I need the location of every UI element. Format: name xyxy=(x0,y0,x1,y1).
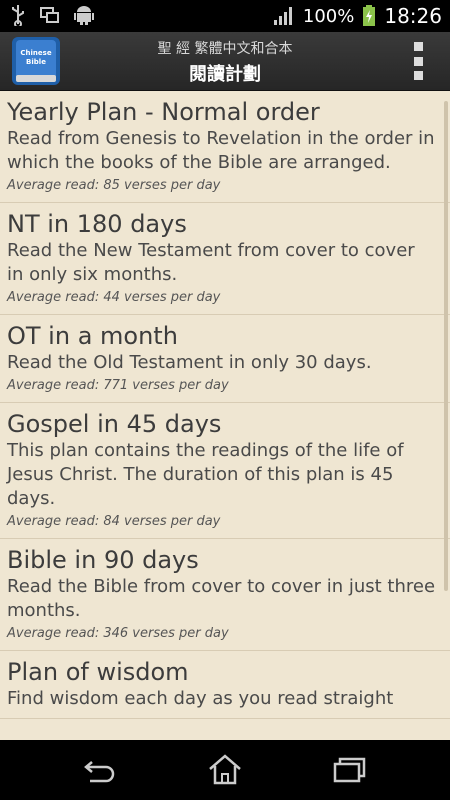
plan-title: Gospel in 45 days xyxy=(7,410,222,438)
battery-percent: 100% xyxy=(302,5,355,27)
navigation-bar xyxy=(0,740,450,800)
battery-charging-icon xyxy=(363,5,376,26)
plan-title: Plan of wisdom xyxy=(7,658,189,686)
plan-description: Read the Old Testament in only 30 days. xyxy=(7,352,372,373)
recent-apps-icon[interactable] xyxy=(330,752,370,788)
plan-average: Average read: 44 verses per day xyxy=(7,290,221,305)
plan-title: NT in 180 days xyxy=(7,210,187,238)
list-item[interactable]: Gospel in 45 days This plan contains the… xyxy=(0,403,450,539)
plan-description: Read the New Testament from cover to cov… xyxy=(7,240,415,285)
status-bar-notifications xyxy=(10,4,94,26)
status-bar-system: 100% 18:26 xyxy=(273,0,442,32)
plan-title: OT in a month xyxy=(7,322,178,350)
list-item[interactable]: OT in a month Read the Old Testament in … xyxy=(0,315,450,403)
home-icon[interactable] xyxy=(205,752,245,788)
plan-title: Yearly Plan - Normal order xyxy=(7,98,320,126)
list-item[interactable]: Plan of wisdom Find wisdom each day as y… xyxy=(0,651,450,719)
screen-icon xyxy=(40,7,59,23)
list-item[interactable]: NT in 180 days Read the New Testament fr… xyxy=(0,203,450,315)
plan-description: Read the Bible from cover to cover in ju… xyxy=(7,576,436,621)
android-icon xyxy=(74,6,94,25)
plan-average: Average read: 346 verses per day xyxy=(7,626,229,641)
plan-description: Find wisdom each day as you read straigh… xyxy=(7,688,394,709)
back-icon[interactable] xyxy=(80,752,120,788)
app-title-line1: 聖 經 繁體中文和合本 xyxy=(157,41,293,57)
clock: 18:26 xyxy=(384,4,442,28)
signal-icon xyxy=(273,7,292,25)
plan-average: Average read: 84 verses per day xyxy=(7,514,221,529)
action-bar: Chinese Bible 聖 經 繁體中文和合本 閱讀計劃 xyxy=(0,32,450,92)
status-bar: 100% 18:26 xyxy=(0,0,450,32)
app-title-line2: 閱讀計劃 xyxy=(189,64,261,85)
plan-description: This plan contains the readings of the l… xyxy=(7,440,404,509)
list-item[interactable]: Bible in 90 days Read the Bible from cov… xyxy=(0,539,450,651)
usb-icon xyxy=(12,5,24,26)
list-item[interactable]: Yearly Plan - Normal order Read from Gen… xyxy=(0,91,450,203)
plan-average: Average read: 771 verses per day xyxy=(7,378,229,393)
scrollbar[interactable] xyxy=(444,101,448,591)
plan-title: Bible in 90 days xyxy=(7,546,199,574)
plan-description: Read from Genesis to Revelation in the o… xyxy=(7,128,435,173)
plan-average: Average read: 85 verses per day xyxy=(7,178,221,193)
reading-plan-list[interactable]: Yearly Plan - Normal order Read from Gen… xyxy=(0,91,450,740)
overflow-menu-icon[interactable] xyxy=(412,42,424,80)
